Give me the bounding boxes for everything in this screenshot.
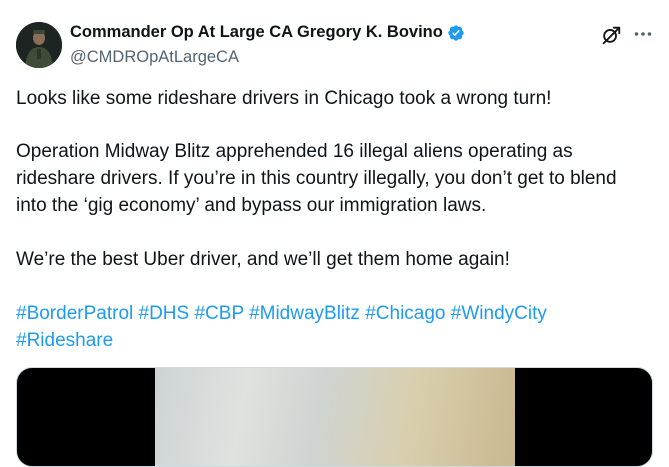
hashtag-link[interactable]: #Chicago	[365, 303, 445, 324]
hashtag-link[interactable]: #CBP	[194, 303, 243, 324]
verified-badge-icon[interactable]	[447, 24, 465, 42]
post-paragraph-2: Operation Midway Blitz apprehended 16 il…	[16, 141, 617, 216]
post-paragraph-1: Looks like some rideshare drivers in Chi…	[16, 88, 552, 109]
author-display-name[interactable]: Commander Op At Large CA Gregory K. Bovi…	[70, 23, 443, 42]
hashtag-link[interactable]: #BorderPatrol	[16, 303, 133, 324]
avatar-image	[16, 22, 62, 68]
media-image	[155, 368, 515, 466]
avatar[interactable]	[16, 22, 62, 68]
hashtag-link[interactable]: #DHS	[139, 303, 190, 324]
hashtag-list: #BorderPatrol #DHS #CBP #MidwayBlitz #Ch…	[16, 300, 646, 354]
hashtag-link[interactable]: #MidwayBlitz	[249, 303, 360, 324]
hashtag-link[interactable]: #WindyCity	[451, 303, 547, 324]
post-media[interactable]	[16, 367, 653, 467]
more-options-icon[interactable]	[633, 24, 653, 44]
hashtag-link[interactable]: #Rideshare	[16, 330, 113, 351]
grok-icon[interactable]	[600, 24, 622, 46]
post-paragraph-3: We’re the best Uber driver, and we’ll ge…	[16, 249, 510, 270]
author-name-row: Commander Op At Large CA Gregory K. Bovi…	[70, 23, 465, 42]
author-handle[interactable]: @CMDROpAtLargeCA	[70, 48, 239, 67]
